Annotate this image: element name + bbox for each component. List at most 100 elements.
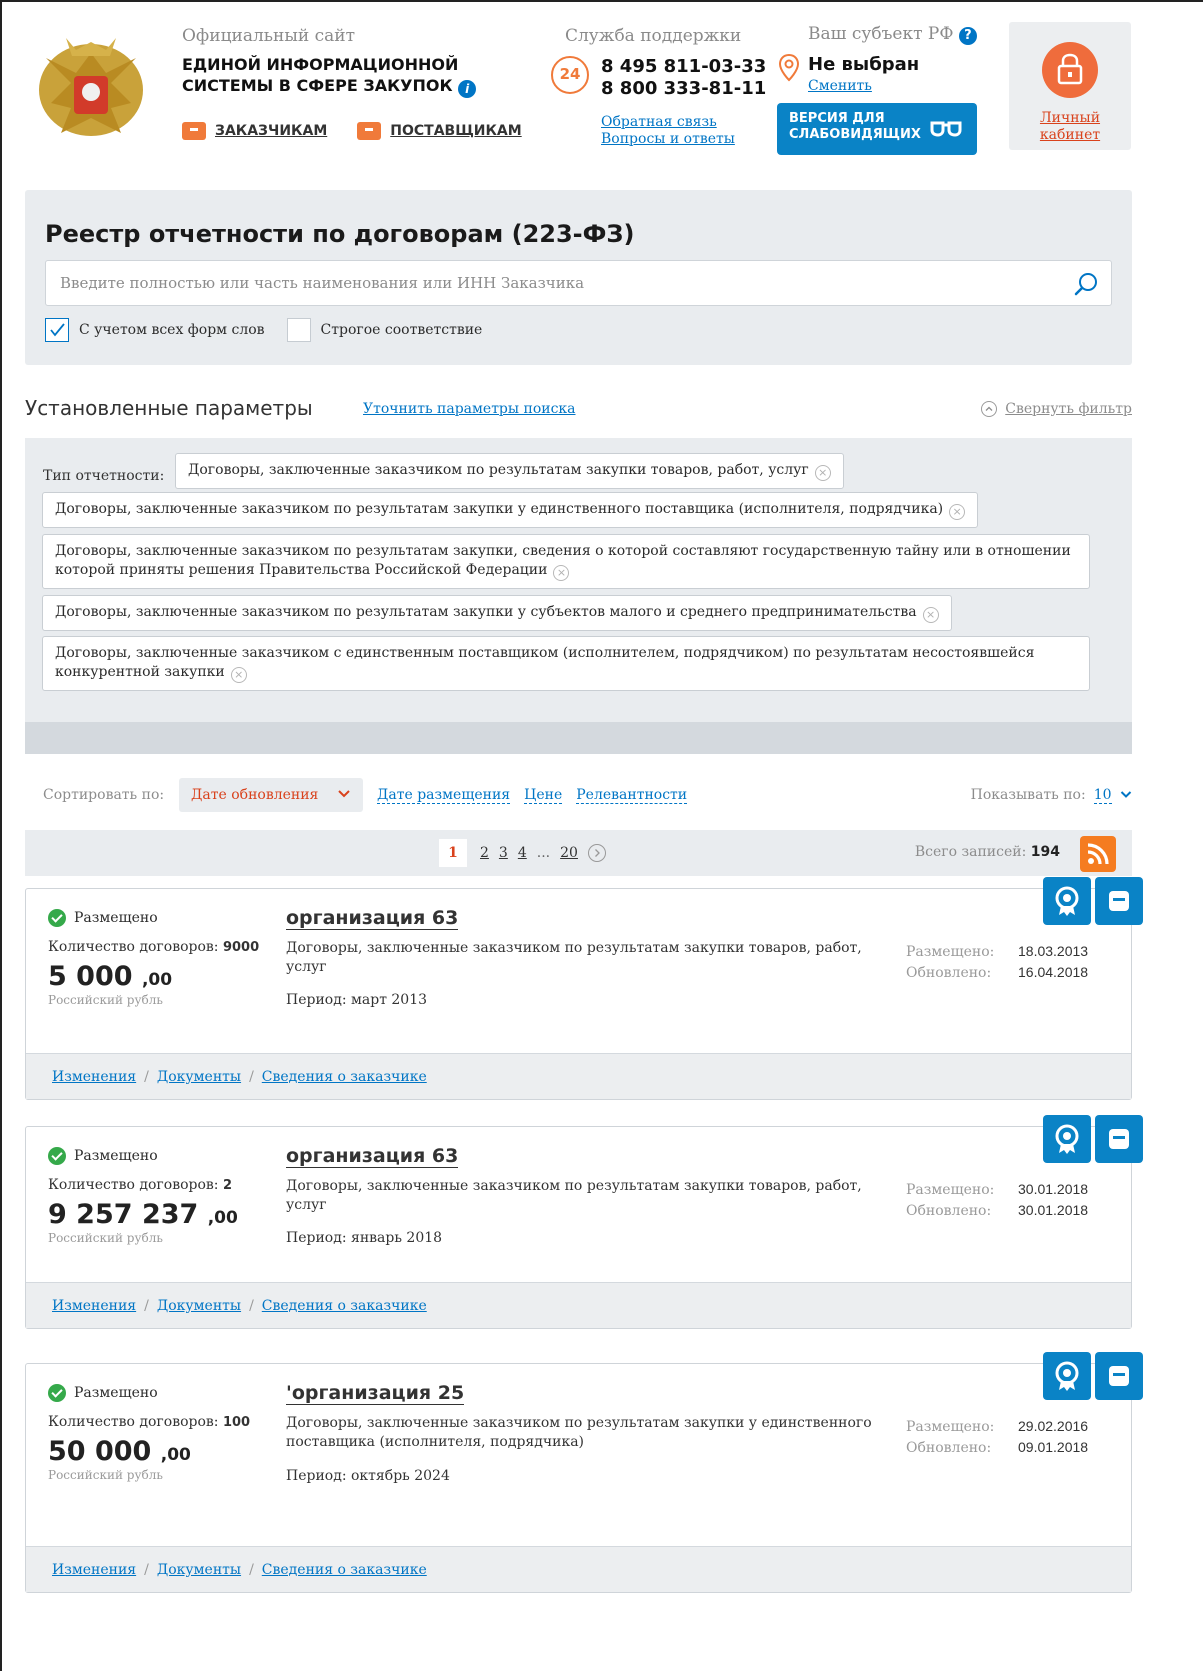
header-nav: ЗАКАЗЧИКАМ ПОСТАВЩИКАМ: [182, 122, 522, 140]
refine-search-link[interactable]: Уточнить параметры поиска: [363, 401, 576, 417]
remove-icon[interactable]: ×: [922, 607, 939, 623]
page-link[interactable]: 2: [480, 845, 489, 861]
support-title: Службa поддержки: [565, 26, 742, 46]
documents-link[interactable]: Документы: [157, 1069, 241, 1085]
contract-count-label: Количество договоров:: [48, 1177, 219, 1193]
card-actions: [1043, 1115, 1143, 1163]
briefcase-icon: [182, 122, 206, 140]
nav-customers-link[interactable]: ЗАКАЗЧИКАМ: [182, 122, 327, 140]
remove-icon[interactable]: ×: [814, 465, 831, 481]
page-link[interactable]: 4: [518, 845, 527, 861]
sort-option-price[interactable]: Цене: [524, 787, 563, 804]
morph-checkbox[interactable]: С учетом всех форм слов: [45, 318, 265, 342]
feedback-link[interactable]: Обратная связь: [601, 114, 735, 131]
remove-icon[interactable]: ×: [230, 667, 247, 683]
chevron-down-icon: [338, 790, 350, 798]
print-icon[interactable]: [1095, 1352, 1143, 1400]
remove-icon[interactable]: ×: [949, 504, 966, 520]
search-icon[interactable]: [1073, 271, 1099, 297]
collapse-filter-link[interactable]: Свернуть фильтр: [981, 401, 1132, 417]
status-label: Размещено: [74, 1148, 158, 1164]
page-link-last[interactable]: 20: [560, 845, 578, 861]
status-badge: Размещено: [48, 1147, 158, 1165]
report-period: Период: январь 2018: [286, 1230, 443, 1246]
question-icon[interactable]: ?: [958, 27, 977, 45]
card-actions: [1043, 1352, 1143, 1400]
certificate-icon[interactable]: [1043, 877, 1091, 925]
report-description: Договоры, заключенные заказчиком по резу…: [286, 1178, 862, 1213]
report-period: Период: октябрь 2024: [286, 1468, 450, 1484]
phone-2: 8 800 333-81-11: [601, 78, 767, 99]
checkbox-unchecked[interactable]: [286, 318, 311, 342]
filter-tag: Договоры, заключенные заказчиком по резу…: [42, 492, 979, 528]
nav-customers-label: ЗАКАЗЧИКАМ: [215, 123, 328, 139]
page-title: Реестр отчетности по договорам (223-ФЗ): [45, 220, 635, 248]
posted-label: Размещено:: [906, 1419, 995, 1435]
report-description: Договоры, заключенные заказчиком по резу…: [286, 1415, 872, 1450]
chevron-down-icon[interactable]: [1120, 790, 1132, 799]
price-value: 9 257 237: [48, 1199, 199, 1230]
contract-count: Количество договоров: 2: [48, 1177, 232, 1193]
customer-info-link[interactable]: Сведения о заказчике: [262, 1069, 427, 1085]
check-circle-icon: [48, 1147, 66, 1165]
currency: Российский рубль: [48, 1468, 163, 1482]
next-page-icon[interactable]: [587, 844, 606, 862]
page-link[interactable]: 3: [499, 845, 508, 861]
sort-option-relevance[interactable]: Релевантности: [576, 787, 688, 804]
page-ellipsis: ...: [536, 845, 551, 861]
documents-link[interactable]: Документы: [157, 1298, 241, 1314]
filter-tag-text: Договоры, заключенные заказчиком по резу…: [55, 604, 917, 620]
organization-link[interactable]: организация 63: [286, 907, 459, 930]
faq-link[interactable]: Вопросы и ответы: [601, 131, 735, 148]
cabinet-label-1: Личный: [1039, 110, 1101, 126]
site-title-block: Официальный сайт ЕДИНОЙ ИНФОРМАЦИОННОЙ С…: [182, 26, 482, 98]
status-badge: Размещено: [48, 909, 158, 927]
documents-link[interactable]: Документы: [157, 1562, 241, 1578]
customer-info-link[interactable]: Сведения о заказчике: [262, 1298, 427, 1314]
sort-active-dropdown[interactable]: Дате обновления: [179, 778, 363, 812]
changes-link[interactable]: Изменения: [52, 1069, 136, 1085]
page-current[interactable]: 1: [439, 839, 467, 867]
lock-icon: [1042, 42, 1098, 98]
changes-link[interactable]: Изменения: [52, 1298, 136, 1314]
updated-label: Обновлено:: [906, 1203, 992, 1219]
search-input[interactable]: [46, 261, 1026, 305]
check-icon: [50, 323, 65, 337]
print-icon[interactable]: [1095, 877, 1143, 925]
page-size-label: Показывать по:: [970, 787, 1086, 803]
strict-checkbox[interactable]: Строгое соответствие: [286, 318, 482, 342]
posted-label: Размещено:: [906, 944, 995, 960]
remove-icon[interactable]: ×: [553, 565, 570, 581]
site-title: ЕДИНОЙ ИНФОРМАЦИОННОЙ СИСТЕМЫ В СФЕРЕ ЗА…: [182, 54, 482, 98]
personal-cabinet-button[interactable]: Личный кабинет: [1009, 22, 1131, 150]
page-size-value[interactable]: 10: [1093, 787, 1112, 804]
nav-suppliers-link[interactable]: ПОСТАВЩИКАМ: [357, 122, 522, 140]
checkbox-checked[interactable]: [45, 318, 69, 342]
print-icon[interactable]: [1095, 1115, 1143, 1163]
contract-count-value: 2: [222, 1178, 232, 1193]
report-type-label: Тип отчетности:: [43, 468, 165, 484]
sort-active-label: Дате обновления: [191, 787, 319, 803]
certificate-icon[interactable]: [1043, 1352, 1091, 1400]
dates-block: Размещено: 30.01.2018 Обновлено: 30.01.201…: [906, 1179, 1088, 1221]
site-title-text: ЕДИНОЙ ИНФОРМАЦИОННОЙ СИСТЕМЫ В СФЕРЕ ЗА…: [182, 55, 459, 95]
sort-option-date-posted[interactable]: Дате размещения: [377, 787, 511, 804]
sort-bar: Сортировать по: Дате обновления Дате раз…: [25, 778, 1132, 812]
region-change-link[interactable]: Сменить: [808, 78, 872, 94]
changes-link[interactable]: Изменения: [52, 1562, 136, 1578]
support-block: Службa поддержки 24 8 495 811-03-33 8 80…: [551, 26, 766, 147]
organization-link[interactable]: организация 63: [286, 1145, 459, 1168]
accessibility-button[interactable]: ВЕРСИЯ ДЛЯ СЛАБОВИДЯЩИХ: [777, 103, 977, 155]
chevron-up-icon: [981, 401, 998, 417]
coat-of-arms-logo[interactable]: [26, 28, 156, 148]
organization-link[interactable]: 'организация 25: [286, 1382, 465, 1405]
info-icon[interactable]: i: [458, 80, 477, 98]
params-title: Установленные параметры: [25, 396, 313, 420]
rss-icon[interactable]: [1080, 836, 1116, 872]
customer-info-link[interactable]: Сведения о заказчике: [262, 1562, 427, 1578]
dates-block: Размещено: 18.03.2013 Обновлено: 16.04.201…: [906, 941, 1088, 983]
certificate-icon[interactable]: [1043, 1115, 1091, 1163]
filter-tag: Договоры, заключенные заказчиком с единс…: [42, 636, 1090, 691]
morph-label: С учетом всех форм слов: [79, 322, 265, 338]
glasses-icon: [930, 121, 962, 137]
